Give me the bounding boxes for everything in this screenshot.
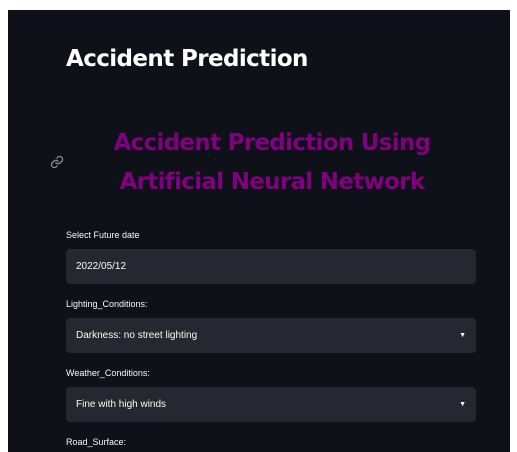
- weather-conditions-value: Fine with high winds: [76, 399, 167, 410]
- road-surface-label: Road_Surface:: [66, 437, 127, 447]
- chevron-down-icon: ▼: [459, 332, 466, 339]
- page-title: Accident Prediction: [66, 46, 308, 72]
- lighting-conditions-value: Darkness: no street lighting: [76, 330, 198, 341]
- lighting-conditions-label: Lighting_Conditions:: [66, 299, 148, 309]
- date-input-value: 2022/05/12: [76, 261, 127, 272]
- main-heading: Accident Prediction Using Artificial Neu…: [113, 130, 432, 195]
- weather-conditions-select[interactable]: Fine with high winds ▼: [66, 387, 476, 422]
- weather-conditions-label: Weather_Conditions:: [66, 368, 150, 378]
- chevron-down-icon: ▼: [459, 401, 466, 408]
- date-input[interactable]: 2022/05/12: [66, 249, 476, 284]
- date-label: Select Future date: [66, 230, 140, 240]
- lighting-conditions-select[interactable]: Darkness: no street lighting ▼: [66, 318, 476, 353]
- app-container: Accident Prediction Accident Prediction …: [8, 10, 510, 452]
